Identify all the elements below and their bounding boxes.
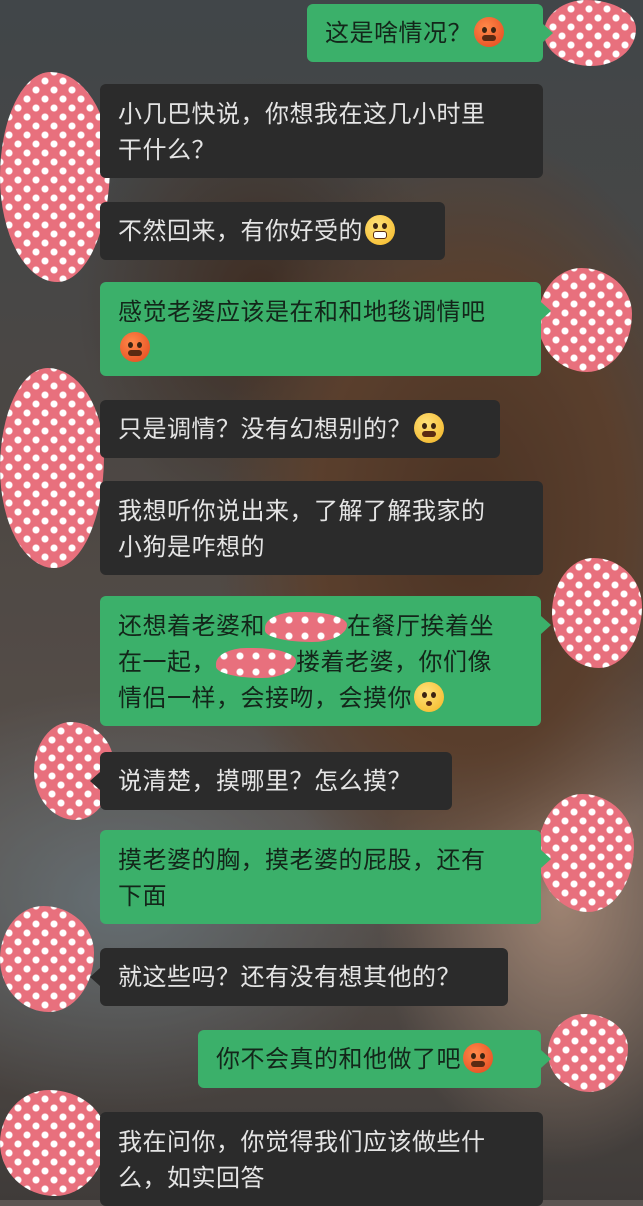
redaction-blot: [216, 648, 296, 678]
thinking-emoji: [414, 413, 444, 443]
message-text-line: 下面: [118, 882, 167, 910]
angry-sweat-emoji: [463, 1043, 493, 1073]
grin-emoji: [365, 215, 395, 245]
message-text-segment: 在餐厅挨着坐: [347, 612, 494, 640]
message-bubble-incoming[interactable]: 说清楚，摸哪里？怎么摸？: [100, 752, 452, 810]
message-bubble-incoming[interactable]: 不然回来，有你好受的: [100, 202, 445, 260]
angry-sweat-emoji: [474, 17, 504, 47]
message-bubble-outgoing[interactable]: 这是啥情况？: [307, 4, 543, 62]
message-bubble-outgoing[interactable]: 摸老婆的胸，摸老婆的屁股，还有 下面: [100, 830, 541, 924]
message-text: 只是调情？没有幻想别的？: [118, 415, 412, 443]
bubble-tail: [541, 1050, 551, 1068]
message-text: 不然回来，有你好受的: [118, 217, 363, 245]
message-text-line: 小狗是咋想的: [118, 533, 265, 561]
message-text-segment: 还想着老婆和: [118, 612, 265, 640]
message-bubble-incoming[interactable]: 我想听你说出来，了解了解我家的 小狗是咋想的: [100, 481, 543, 575]
message-text-line: 感觉老婆应该是在和和地毯调情吧: [118, 298, 486, 326]
message-text-line: 我想听你说出来，了解了解我家的: [118, 497, 486, 525]
message-text-segment: 在一起，: [118, 648, 216, 676]
message-bubble-outgoing[interactable]: 你不会真的和他做了吧: [198, 1030, 541, 1088]
redaction-blot: [265, 612, 347, 642]
bubble-tail: [541, 616, 551, 634]
message-text-segment: 搂着老婆，你们像: [296, 648, 492, 676]
bubble-tail: [543, 24, 553, 42]
message-text-line: 么，如实回答: [118, 1164, 265, 1192]
message-bubble-incoming[interactable]: 只是调情？没有幻想别的？: [100, 400, 500, 458]
message-bubble-incoming[interactable]: 就这些吗？还有没有想其他的？: [100, 948, 508, 1006]
message-text-line: 小几巴快说，你想我在这几小时里: [118, 100, 486, 128]
message-text: 你不会真的和他做了吧: [216, 1045, 461, 1073]
message-text-line: 摸老婆的胸，摸老婆的屁股，还有: [118, 846, 486, 874]
message-bubble-outgoing[interactable]: 感觉老婆应该是在和和地毯调情吧: [100, 282, 541, 376]
bubble-tail: [541, 850, 551, 868]
message-bubble-incoming[interactable]: 小几巴快说，你想我在这几小时里 干什么？: [100, 84, 543, 178]
angry-sweat-emoji: [120, 332, 150, 362]
message-text-segment: 情侣一样，会接吻，会摸你: [118, 684, 412, 712]
message-text: 这是啥情况？: [325, 19, 472, 47]
bubble-tail: [90, 968, 100, 986]
message-text-line: 我在问你，你觉得我们应该做些什: [118, 1128, 486, 1156]
message-text-line: 干什么？: [118, 136, 216, 164]
message-bubble-outgoing[interactable]: 还想着老婆和 在餐厅挨着坐 在一起， 搂着老婆，你们像 情侣一样，会接吻，会摸你: [100, 596, 541, 726]
message-bubble-incoming[interactable]: 我在问你，你觉得我们应该做些什 么，如实回答: [100, 1112, 543, 1206]
message-text: 说清楚，摸哪里？怎么摸？: [118, 767, 412, 795]
flushed-emoji: [414, 682, 444, 712]
message-text: 就这些吗？还有没有想其他的？: [118, 963, 461, 991]
bubble-tail: [90, 772, 100, 790]
bubble-tail: [541, 302, 551, 320]
